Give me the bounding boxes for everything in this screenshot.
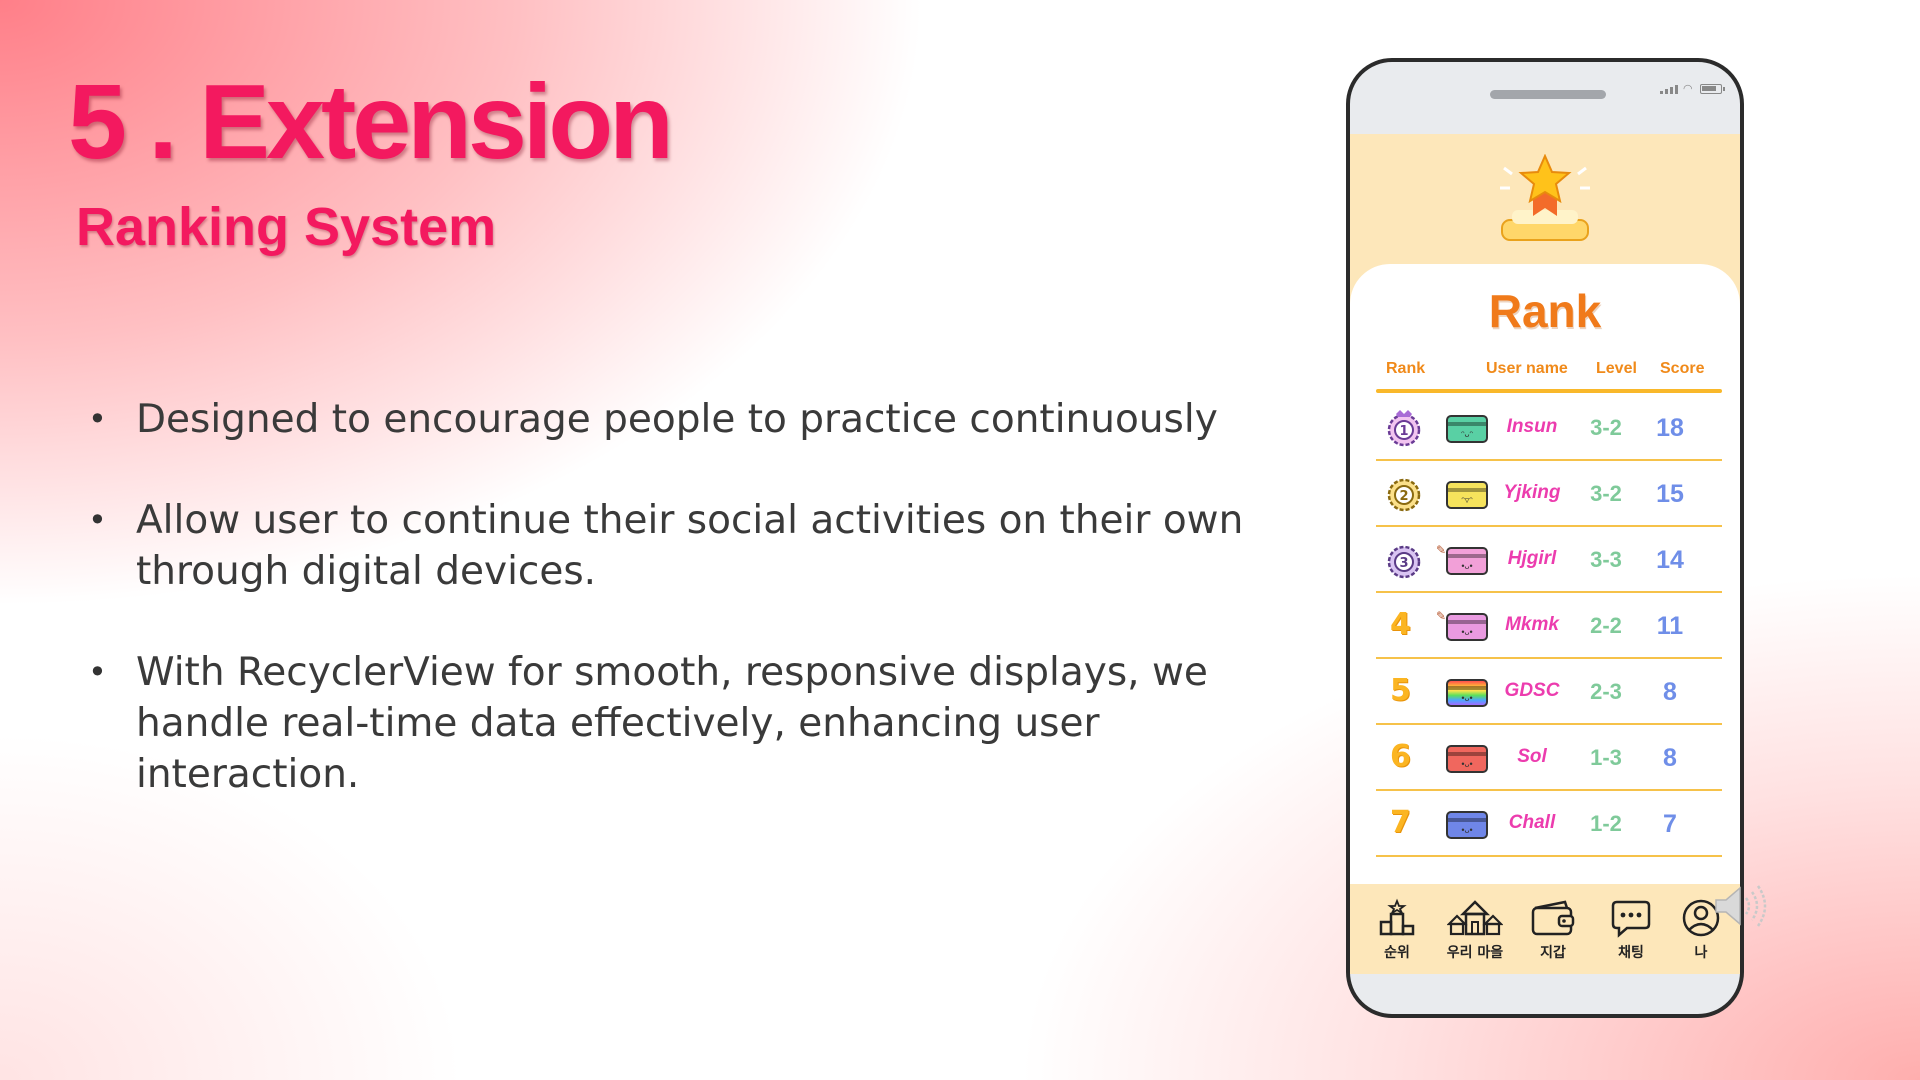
chat-icon [1611,900,1651,938]
nav-village[interactable]: 우리 마을 [1438,898,1512,962]
row-level: 3-3 [1590,547,1622,572]
silver-medal-icon: 2 [1387,478,1421,512]
row-username: Yjking [1503,482,1561,503]
row-score: 7 [1663,810,1677,838]
row-username: Hjgirl [1507,548,1557,569]
bullet-list: • Designed to encourage people to practi… [84,394,1264,850]
nav-chat[interactable]: 채팅 [1594,898,1668,962]
avatar-face: ᵔ▿ᵔ [1461,495,1473,505]
pen-icon: ✎ [1436,543,1447,557]
trophy-icon [1500,154,1590,241]
nav-wallet[interactable]: 지갑 [1516,898,1590,962]
wallet-avatar-icon: •ᴗ• [1446,613,1488,641]
signal-icon [1660,84,1678,94]
wallet-avatar-icon: ᵔ▿ᵔ [1446,481,1488,509]
nav-label: 우리 마을 [1446,945,1504,961]
gold-medal-icon: 1 [1387,410,1421,447]
row-username: Insun [1506,416,1558,437]
table-row[interactable]: 3 ✎ •ᴗ• Hjgirl 3-3 14 [1376,527,1722,593]
wallet-icon [1531,900,1575,936]
row-level: 2-2 [1590,613,1622,638]
bullet-text: With RecyclerView for smooth, responsive… [136,650,1208,797]
wallet-avatar-icon: •ᴗ• [1446,547,1488,575]
status-bar: ◠ [1660,83,1725,95]
table-row[interactable]: 2 ᵔ▿ᵔ Yjking 3-2 15 [1376,461,1722,527]
row-score: 8 [1663,744,1677,772]
row-rank: 5 [1390,673,1411,708]
svg-text:2: 2 [1399,489,1408,504]
speaker-icon[interactable] [1712,876,1772,936]
row-rank: 4 [1390,607,1411,642]
podium-icon [1379,898,1415,936]
bullet-dot: • [88,653,107,691]
header-divider [1376,389,1722,393]
bullet-text: Designed to encourage people to practice… [136,397,1218,442]
phone-mockup: ◠ Rank Rank User name Level Score 1 ᵔᴗᵔ … [1346,58,1744,1018]
row-username: Sol [1517,746,1547,767]
nav-label: 채팅 [1618,945,1644,961]
row-rank: 7 [1390,805,1411,840]
row-score: 11 [1656,612,1684,640]
row-score: 14 [1656,546,1684,574]
column-level: Level [1596,360,1637,377]
row-rank: 6 [1390,739,1411,774]
table-row[interactable]: 4 ✎ •ᴗ• Mkmk 2-2 11 [1376,593,1722,659]
table-row[interactable]: 6 •ᴗ• Sol 1-3 8 [1376,725,1722,791]
table-header: Rank User name Level Score [1378,360,1720,382]
rank-heading: Rank [1488,285,1602,337]
wallet-avatar-icon: •ᴗ• [1446,745,1488,773]
row-username: Mkmk [1505,614,1559,635]
avatar-face: •ᴗ• [1461,627,1473,637]
column-rank: Rank [1386,360,1426,377]
svg-text:3: 3 [1399,556,1408,571]
nav-label: 순위 [1384,945,1410,961]
wallet-avatar-icon: •ᴗ• [1446,679,1488,707]
row-level: 3-2 [1590,481,1622,506]
bullet-item: • Designed to encourage people to practi… [84,394,1264,445]
row-level: 3-2 [1590,415,1622,440]
column-user: User name [1486,360,1568,377]
bullet-dot: • [88,400,107,438]
row-score: 15 [1656,480,1684,508]
bullet-dot: • [88,501,107,539]
bronze-medal-icon: 3 [1387,545,1421,579]
bullet-text: Allow user to continue their social acti… [136,498,1244,594]
pen-icon: ✎ [1436,609,1447,623]
rank-card: Rank Rank User name Level Score 1 ᵔᴗᵔ In… [1350,264,1740,884]
wallet-avatar-icon: •ᴗ• [1446,811,1488,839]
table-row[interactable]: 7 •ᴗ• Chall 1-2 7 [1376,791,1722,857]
row-username: Chall [1508,812,1556,833]
row-level: 2-3 [1590,679,1622,704]
slide-subtitle: Ranking System [76,197,497,257]
nav-label: 나 [1694,945,1708,961]
bullet-item: • Allow user to continue their social ac… [84,495,1264,597]
village-icon [1447,900,1503,936]
nav-ranking[interactable]: 순위 [1360,898,1434,962]
bullet-item: • With RecyclerView for smooth, responsi… [84,647,1264,800]
rank-list[interactable]: 1 ᵔᴗᵔ Insun 3-2 18 2 ᵔ▿ᵔ Yjking 3-2 15 3… [1376,395,1722,857]
table-row[interactable]: 1 ᵔᴗᵔ Insun 3-2 18 [1376,395,1722,461]
battery-icon [1700,84,1725,94]
row-score: 8 [1663,678,1677,706]
table-row[interactable]: 5 •ᴗ• GDSC 2-3 8 [1376,659,1722,725]
avatar-face: •ᴗ• [1461,693,1473,703]
row-username: GDSC [1504,680,1560,701]
nav-label: 지갑 [1540,945,1566,961]
phone-speaker [1490,90,1606,99]
avatar-face: ᵔᴗᵔ [1461,429,1473,439]
avatar-face: •ᴗ• [1461,825,1473,835]
row-score: 18 [1656,414,1684,442]
svg-text:1: 1 [1399,424,1408,439]
avatar-face: •ᴗ• [1461,759,1473,769]
app-screen: Rank Rank User name Level Score 1 ᵔᴗᵔ In… [1350,134,1740,974]
wifi-icon: ◠ [1683,83,1693,95]
bottom-nav: 순위 우리 마을 지갑 채팅 나 [1350,890,1740,974]
wallet-avatar-icon: ᵔᴗᵔ [1446,415,1488,443]
row-level: 1-2 [1590,811,1622,836]
avatar-face: •ᴗ• [1461,561,1473,571]
column-score: Score [1660,360,1705,377]
row-level: 1-3 [1590,745,1622,770]
slide-title: 5 . Extension [68,63,674,181]
